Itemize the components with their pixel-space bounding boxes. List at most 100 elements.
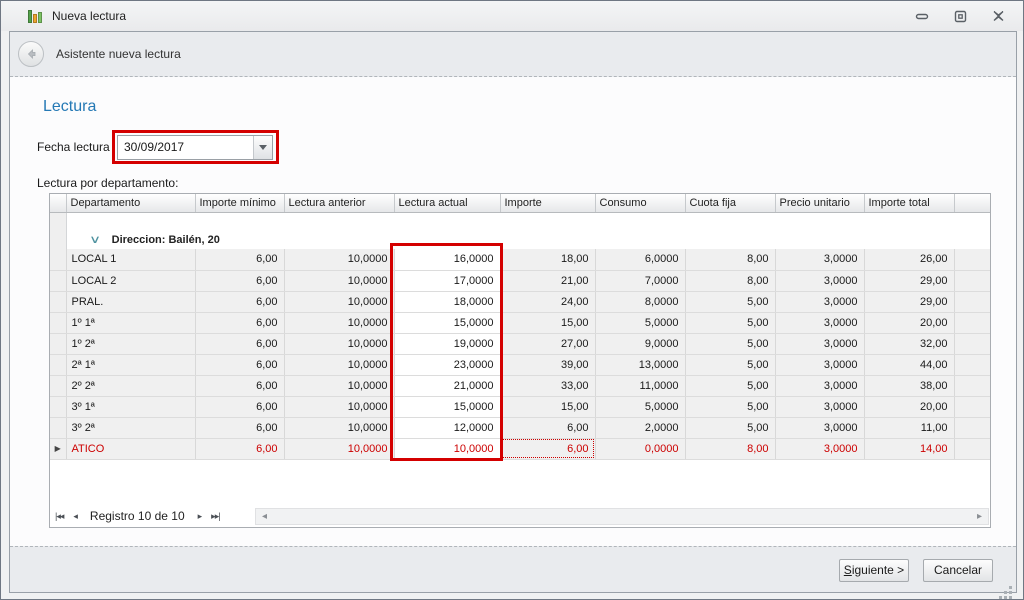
cell-importe-minimo[interactable]: 6,00 [195,270,284,291]
cell-lectura-anterior[interactable]: 10,0000 [284,291,394,312]
table-row[interactable]: 2ª 1ª 6,00 10,0000 23,0000 39,00 13,0000… [50,354,990,375]
cell-importe[interactable]: 24,00 [500,291,595,312]
cell-lectura-anterior[interactable]: 10,0000 [284,438,394,459]
table-row[interactable]: 1º 1ª 6,00 10,0000 15,0000 15,00 5,0000 … [50,312,990,333]
cell-importe-minimo[interactable]: 6,00 [195,438,284,459]
table-row[interactable]: LOCAL 1 6,00 10,0000 16,0000 18,00 6,000… [50,249,990,270]
cell-importe-minimo[interactable]: 6,00 [195,375,284,396]
cell-departamento[interactable]: LOCAL 2 [66,270,195,291]
cell-importe-total[interactable]: 20,00 [864,396,954,417]
prev-record-button[interactable]: ◂ [68,511,82,522]
close-button[interactable] [987,6,1009,26]
cell-consumo[interactable]: 6,0000 [595,249,685,270]
cell-importe-total[interactable]: 14,00 [864,438,954,459]
cell-departamento[interactable]: 2º 2ª [66,375,195,396]
cell-precio-unitario[interactable]: 3,0000 [775,438,864,459]
table-row[interactable]: 3º 1ª 6,00 10,0000 15,0000 15,00 5,0000 … [50,396,990,417]
cell-departamento[interactable]: PRAL. [66,291,195,312]
cell-importe[interactable]: 39,00 [500,354,595,375]
table-row[interactable]: 2º 2ª 6,00 10,0000 21,0000 33,00 11,0000… [50,375,990,396]
cell-lectura-actual[interactable]: 23,0000 [394,354,500,375]
cell-consumo[interactable]: 0,0000 [595,438,685,459]
cell-precio-unitario[interactable]: 3,0000 [775,396,864,417]
horizontal-scrollbar[interactable]: ◂ ▸ [255,508,989,525]
cell-importe[interactable]: 18,00 [500,249,595,270]
cell-importe-minimo[interactable]: 6,00 [195,396,284,417]
back-button[interactable] [18,41,44,67]
next-record-button[interactable]: ▸ [193,511,207,522]
cell-importe[interactable]: 27,00 [500,333,595,354]
cell-lectura-actual[interactable]: 12,0000 [394,417,500,438]
col-header-precio-unitario[interactable]: Precio unitario [775,194,864,212]
cell-lectura-anterior[interactable]: 10,0000 [284,417,394,438]
cell-cuota-fija[interactable]: 5,00 [685,333,775,354]
cell-lectura-actual[interactable]: 21,0000 [394,375,500,396]
cell-departamento[interactable]: 1º 2ª [66,333,195,354]
col-header-importe[interactable]: Importe [500,194,595,212]
cell-importe[interactable]: 15,00 [500,396,595,417]
scroll-right-button[interactable]: ▸ [971,511,988,522]
cell-consumo[interactable]: 5,0000 [595,312,685,333]
cell-consumo[interactable]: 5,0000 [595,396,685,417]
resize-grip[interactable] [1009,586,1012,589]
cell-precio-unitario[interactable]: 3,0000 [775,270,864,291]
cell-importe-total[interactable]: 11,00 [864,417,954,438]
col-header-importe-minimo[interactable]: Importe mínimo [195,194,284,212]
cell-cuota-fija[interactable]: 8,00 [685,249,775,270]
cell-lectura-anterior[interactable]: 10,0000 [284,354,394,375]
cell-precio-unitario[interactable]: 3,0000 [775,333,864,354]
table-row[interactable]: 1º 2ª 6,00 10,0000 19,0000 27,00 9,0000 … [50,333,990,354]
cell-importe-minimo[interactable]: 6,00 [195,312,284,333]
scroll-left-button[interactable]: ◂ [256,511,273,522]
cell-cuota-fija[interactable]: 5,00 [685,417,775,438]
cell-departamento[interactable]: 3º 2ª [66,417,195,438]
collapse-chevron-icon[interactable]: ∨ [88,233,100,246]
cell-lectura-actual[interactable]: 17,0000 [394,270,500,291]
cell-consumo[interactable]: 2,0000 [595,417,685,438]
cell-lectura-anterior[interactable]: 10,0000 [284,249,394,270]
cell-consumo[interactable]: 7,0000 [595,270,685,291]
cell-precio-unitario[interactable]: 3,0000 [775,291,864,312]
col-header-consumo[interactable]: Consumo [595,194,685,212]
cell-lectura-anterior[interactable]: 10,0000 [284,270,394,291]
cell-consumo[interactable]: 8,0000 [595,291,685,312]
cell-cuota-fija[interactable]: 5,00 [685,291,775,312]
cell-importe[interactable]: 6,00 [500,417,595,438]
group-row[interactable]: ∨ Direccion: Bailén, 20 [50,230,990,249]
cell-importe-total[interactable]: 38,00 [864,375,954,396]
cell-lectura-actual[interactable]: 16,0000 [394,249,500,270]
cell-consumo[interactable]: 11,0000 [595,375,685,396]
col-header-cuota-fija[interactable]: Cuota fija [685,194,775,212]
cell-importe[interactable]: 15,00 [500,312,595,333]
cell-cuota-fija[interactable]: 8,00 [685,270,775,291]
cell-cuota-fija[interactable]: 8,00 [685,438,775,459]
cell-precio-unitario[interactable]: 3,0000 [775,354,864,375]
cell-lectura-actual[interactable]: 18,0000 [394,291,500,312]
cell-importe-total[interactable]: 29,00 [864,270,954,291]
cell-lectura-anterior[interactable]: 10,0000 [284,396,394,417]
cell-departamento[interactable]: LOCAL 1 [66,249,195,270]
cell-importe-total[interactable]: 29,00 [864,291,954,312]
cell-importe-minimo[interactable]: 6,00 [195,417,284,438]
cell-lectura-actual[interactable]: 19,0000 [394,333,500,354]
cell-departamento[interactable]: 1º 1ª [66,312,195,333]
minimize-button[interactable] [911,6,933,26]
col-header-departamento[interactable]: Departamento [66,194,195,212]
cell-precio-unitario[interactable]: 3,0000 [775,375,864,396]
cell-lectura-anterior[interactable]: 10,0000 [284,333,394,354]
fecha-lectura-field[interactable]: 30/09/2017 [117,135,273,160]
siguiente-button[interactable]: Siguiente > [839,559,909,582]
cell-importe-minimo[interactable]: 6,00 [195,354,284,375]
table-row[interactable]: 3º 2ª 6,00 10,0000 12,0000 6,00 2,0000 5… [50,417,990,438]
cell-departamento[interactable]: 2ª 1ª [66,354,195,375]
table-row[interactable]: ▶ ATICO 6,00 10,0000 10,0000 6,00 0,0000… [50,438,990,459]
cell-importe-total[interactable]: 26,00 [864,249,954,270]
cell-cuota-fija[interactable]: 5,00 [685,354,775,375]
cell-cuota-fija[interactable]: 5,00 [685,312,775,333]
col-header-lectura-anterior[interactable]: Lectura anterior [284,194,394,212]
cell-precio-unitario[interactable]: 3,0000 [775,312,864,333]
cell-lectura-anterior[interactable]: 10,0000 [284,312,394,333]
cell-departamento[interactable]: 3º 1ª [66,396,195,417]
cell-precio-unitario[interactable]: 3,0000 [775,417,864,438]
cell-lectura-anterior[interactable]: 10,0000 [284,375,394,396]
